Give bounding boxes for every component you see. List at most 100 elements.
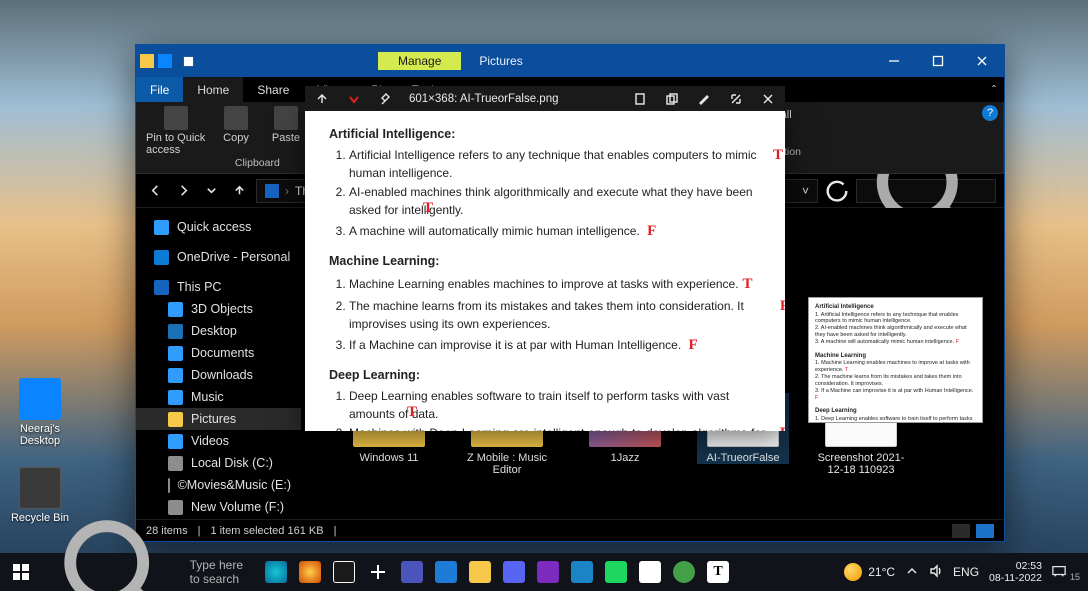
search-placeholder: Type here to search	[190, 558, 256, 586]
tray-chevron-icon[interactable]	[905, 564, 919, 581]
taskbar-app-peacock[interactable]	[260, 556, 292, 588]
tray-lang[interactable]: ENG	[953, 565, 979, 579]
taskbar-app-chrome-dev[interactable]	[668, 556, 700, 588]
status-selection: 1 item selected 161 KB	[210, 525, 323, 537]
taskbar-app-cortana[interactable]	[328, 556, 360, 588]
taskbar-app-chrome[interactable]	[634, 556, 666, 588]
prev-arrow-up-icon[interactable]	[313, 90, 331, 108]
taskbar-app-typora[interactable]: T	[702, 556, 734, 588]
nav-up-button[interactable]	[228, 180, 250, 202]
taskbar-app-explorer[interactable]	[464, 556, 496, 588]
ribbon-label: Copy	[223, 132, 249, 144]
start-button[interactable]	[0, 553, 42, 591]
tray-volume-icon[interactable]	[929, 564, 943, 581]
sidebar-item-disk-c[interactable]: Local Disk (C:)	[136, 452, 301, 474]
sidebar-item-3d[interactable]: 3D Objects	[136, 298, 301, 320]
prev-copy-icon[interactable]	[663, 90, 681, 108]
address-dropdown-icon[interactable]: ˅	[802, 184, 809, 198]
sidebar-item-thispc[interactable]: This PC	[136, 276, 301, 298]
tray-clock[interactable]: 02:53 08-11-2022	[989, 560, 1042, 584]
section-heading: Artificial Intelligence:	[329, 127, 455, 141]
doc-line: A machine will automatically mimic human…	[349, 220, 765, 243]
taskbar-app-discord[interactable]	[498, 556, 530, 588]
refresh-button[interactable]	[824, 178, 850, 204]
ribbon-label: Pin to Quick access	[146, 132, 206, 156]
image-preview-pane: Artificial Intelligence: Artificial Inte…	[305, 111, 785, 431]
desktop-icon-label: Neeraj's Desktop	[20, 423, 60, 447]
doc-line: Machines with Deep Learning are intellig…	[349, 424, 765, 431]
taskbar: Type here to search T 21°C ENG 02:53 08-…	[0, 553, 1088, 591]
system-tray: 21°C ENG 02:53 08-11-2022 15	[844, 560, 1088, 584]
taskbar-app-spotify[interactable]	[600, 556, 632, 588]
section-heading: Deep Learning:	[329, 368, 420, 382]
sidebar-item-videos[interactable]: Videos	[136, 430, 301, 452]
preview-title: 601×368: AI-TrueorFalse.png	[409, 93, 617, 105]
doc-line: The machine learns from its mistakes and…	[349, 297, 765, 333]
tab-share[interactable]: Share	[243, 77, 303, 102]
nav-forward-button[interactable]	[172, 180, 194, 202]
fragment-label: tion	[784, 146, 801, 158]
taskbar-app-teams[interactable]	[396, 556, 428, 588]
tray-notif-count: 15	[1070, 572, 1080, 582]
qa-save-icon[interactable]	[176, 49, 200, 73]
minimize-button[interactable]	[872, 45, 916, 77]
taskbar-app-onenote[interactable]	[532, 556, 564, 588]
doc-line: AI-enabled machines think algorithmicall…	[349, 183, 765, 219]
context-tab-manage[interactable]: Manage	[378, 52, 461, 70]
prev-expand-icon[interactable]	[727, 90, 745, 108]
search-input[interactable]	[856, 179, 996, 203]
app-icon	[140, 54, 154, 68]
taskbar-app-edge[interactable]	[566, 556, 598, 588]
sidebar-item-quick-access[interactable]: Quick access	[136, 216, 301, 238]
doc-line: Artificial Intelligence refers to any te…	[349, 146, 765, 182]
section-heading: Machine Learning:	[329, 254, 439, 268]
nav-back-button[interactable]	[144, 180, 166, 202]
context-tab-label: Pictures	[461, 54, 540, 68]
prev-note-icon[interactable]	[631, 90, 649, 108]
prev-pin-icon[interactable]	[377, 90, 395, 108]
pin-to-quick-access-button[interactable]: Pin to Quick access	[146, 106, 206, 156]
taskbar-app-store[interactable]	[430, 556, 462, 588]
qa-divider-icon	[204, 49, 228, 73]
view-details-button[interactable]	[952, 524, 970, 538]
sidebar-item-music[interactable]: Music	[136, 386, 301, 408]
copy-button[interactable]: Copy	[216, 106, 256, 144]
paste-button[interactable]: Paste	[266, 106, 306, 144]
tab-home[interactable]: Home	[183, 77, 243, 102]
ribbon-collapse-icon[interactable]: ˆ	[992, 83, 996, 97]
desktop-icon-folder[interactable]: Neeraj's Desktop	[6, 378, 74, 447]
ribbon-label: Paste	[272, 132, 300, 144]
preview-toolbar: 601×368: AI-TrueorFalse.png	[305, 86, 785, 111]
nav-pane: Quick access OneDrive - Personal This PC…	[136, 208, 301, 519]
doc-line: Machine Learning enables machines to imp…	[349, 273, 765, 296]
moon-icon	[844, 563, 862, 581]
pc-icon	[265, 184, 279, 198]
sidebar-item-onedrive[interactable]: OneDrive - Personal	[136, 246, 301, 268]
status-bar: 28 items | 1 item selected 161 KB |	[136, 519, 1004, 541]
weather-widget[interactable]: 21°C	[844, 563, 895, 581]
sidebar-item-disk-e[interactable]: ©Movies&Music (E:)	[136, 474, 301, 496]
sidebar-item-downloads[interactable]: Downloads	[136, 364, 301, 386]
taskbar-app-taskview[interactable]	[362, 556, 394, 588]
prev-delete-icon[interactable]	[345, 90, 363, 108]
taskbar-search[interactable]: Type here to search	[42, 553, 256, 591]
nav-recent-button[interactable]	[200, 180, 222, 202]
prev-close-icon[interactable]	[759, 90, 777, 108]
maximize-button[interactable]	[916, 45, 960, 77]
help-button[interactable]: ?	[982, 105, 998, 121]
view-large-icons-button[interactable]	[976, 524, 994, 538]
close-button[interactable]	[960, 45, 1004, 77]
doc-line: Deep Learning enables software to train …	[349, 387, 765, 423]
tray-notifications-icon[interactable]	[1052, 564, 1066, 581]
taskbar-app-diya[interactable]	[294, 556, 326, 588]
sidebar-item-documents[interactable]: Documents	[136, 342, 301, 364]
app-icon	[158, 54, 172, 68]
titlebar: Manage Pictures	[136, 45, 1004, 77]
prev-edit-icon[interactable]	[695, 90, 713, 108]
preview-navigator-thumb[interactable]: Artificial Intelligence1. Artificial Int…	[808, 297, 983, 423]
doc-line: If a Machine can improvise it is at par …	[349, 334, 765, 357]
tab-file[interactable]: File	[136, 77, 183, 102]
sidebar-item-pictures[interactable]: Pictures	[136, 408, 301, 430]
search-icon	[52, 508, 180, 591]
sidebar-item-desktop[interactable]: Desktop	[136, 320, 301, 342]
